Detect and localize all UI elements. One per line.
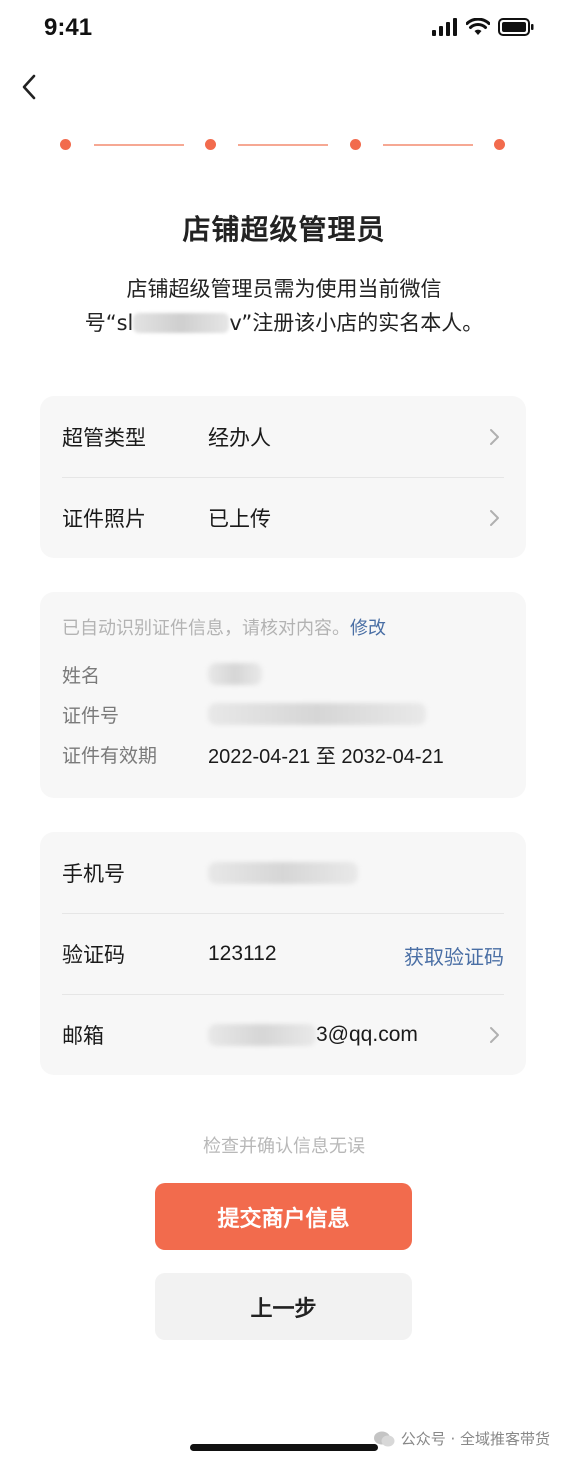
subtitle-prefix: 号“sl: [84, 311, 134, 335]
subtitle-line-1: 店铺超级管理员需为使用当前微信: [126, 277, 442, 301]
phone-row[interactable]: 手机号: [40, 832, 526, 913]
subtitle-suffix: v”注册该小店的实名本人。: [229, 311, 484, 335]
watermark-text: 公众号 · 全域推客带货: [400, 1430, 550, 1448]
id-number-label: 证件号: [62, 704, 120, 727]
id-photo-value: 已上传: [208, 506, 271, 531]
admin-type-value: 经办人: [208, 425, 271, 450]
confirm-hint: 检查并确认信息无误: [203, 1136, 365, 1157]
step-dot-4: [494, 139, 505, 150]
blurred-phone: [208, 861, 358, 884]
watermark: 公众号 · 全域推客带货: [373, 1428, 550, 1449]
blurred-wechat-id: [133, 313, 230, 333]
step-dot-2: [205, 139, 216, 150]
verify-code-label: 验证码: [62, 942, 125, 967]
id-info-hint: 已自动识别证件信息，请核对内容。修改: [62, 614, 504, 640]
email-label: 邮箱: [62, 1023, 104, 1048]
step-dot-1: [60, 139, 71, 150]
id-number-row: 证件号: [62, 694, 504, 734]
verify-code-row[interactable]: 验证码 123112 获取验证码: [40, 913, 526, 994]
chevron-right-icon: [490, 509, 499, 526]
id-photo-row[interactable]: 证件照片 已上传: [40, 477, 526, 558]
name-row: 姓名: [62, 654, 504, 694]
subtitle-line-2: 号“sl v”注册该小店的实名本人。: [40, 306, 528, 340]
battery-icon: [498, 18, 534, 36]
step-line-3: [383, 144, 473, 146]
back-button[interactable]: [12, 70, 46, 104]
status-icons: [432, 18, 534, 36]
name-label: 姓名: [62, 664, 101, 687]
wifi-icon: [466, 18, 490, 35]
step-line-2: [238, 144, 328, 146]
admin-card: 超管类型 经办人 证件照片 已上传: [40, 396, 526, 558]
status-bar: 9:41: [0, 0, 568, 60]
page-subtitle: 店铺超级管理员需为使用当前微信 号“sl v”注册该小店的实名本人。: [40, 272, 528, 340]
home-indicator[interactable]: [190, 1444, 378, 1451]
blurred-id-number: [208, 703, 426, 725]
id-info-hint-text: 已自动识别证件信息，请核对内容。: [62, 618, 350, 639]
validity-row: 证件有效期 2022-04-21 至 2032-04-21: [62, 734, 504, 774]
id-photo-label: 证件照片: [62, 506, 146, 531]
chevron-right-icon: [490, 1026, 499, 1043]
step-dot-3: [350, 139, 361, 150]
previous-step-button[interactable]: 上一步: [155, 1273, 412, 1340]
status-time: 9:41: [44, 14, 93, 41]
step-progress: [60, 138, 506, 152]
blurred-name: [208, 663, 262, 685]
edit-link[interactable]: 修改: [350, 618, 386, 639]
admin-type-row[interactable]: 超管类型 经办人: [40, 396, 526, 477]
id-info-card: 已自动识别证件信息，请核对内容。修改 姓名 证件号 证件有效期 2022-04-…: [40, 592, 526, 798]
blurred-email-prefix: [208, 1023, 316, 1046]
chevron-left-icon: [22, 74, 36, 100]
validity-label: 证件有效期: [62, 744, 158, 767]
phone-label: 手机号: [62, 861, 125, 886]
step-line-1: [94, 144, 184, 146]
admin-type-label: 超管类型: [62, 425, 146, 450]
contact-card: 手机号 验证码 123112 获取验证码 邮箱 3@qq.com: [40, 832, 526, 1075]
submit-merchant-button[interactable]: 提交商户信息: [155, 1183, 412, 1250]
page-title: 店铺超级管理员: [182, 213, 386, 246]
email-row[interactable]: 邮箱 3@qq.com: [40, 994, 526, 1075]
get-code-button[interactable]: 获取验证码: [404, 941, 504, 970]
signal-icon: [432, 18, 457, 36]
validity-value: 2022-04-21 至 2032-04-21: [208, 745, 444, 768]
chevron-right-icon: [490, 428, 499, 445]
